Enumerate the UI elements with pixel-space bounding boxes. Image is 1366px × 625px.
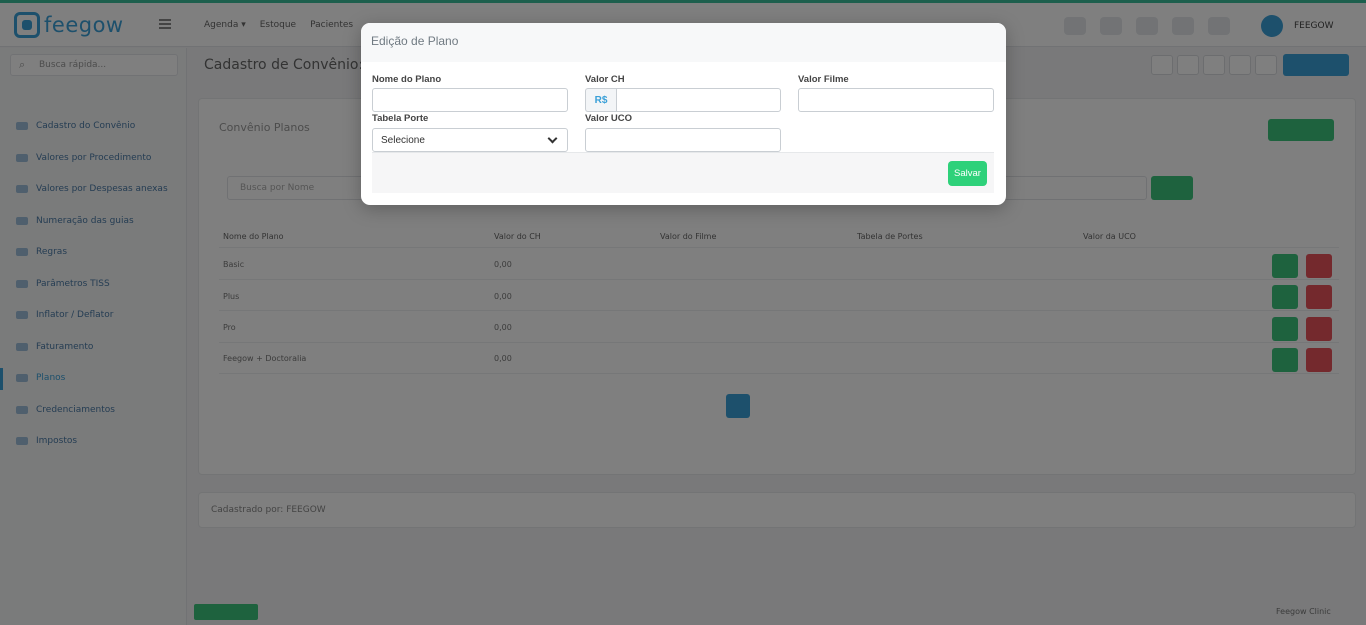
modal-title: Edição de Plano [371,34,459,48]
save-button[interactable]: Salvar [948,161,987,186]
tabela-porte-selected: Selecione [381,134,425,146]
valor-ch-group: R$ [585,88,781,112]
nome-plano-input[interactable] [372,88,568,112]
modal-header: Edição de Plano [361,23,1006,62]
edit-plan-modal: Edição de Plano Nome do Plano Valor CH R… [361,23,1006,205]
tabela-porte-label: Tabela Porte [372,113,429,124]
valor-uco-input[interactable] [585,128,781,152]
valor-filme-label: Valor Filme [798,74,849,85]
valor-filme-input[interactable] [798,88,994,112]
modal-footer: Salvar [372,152,994,193]
valor-ch-input[interactable] [616,88,781,112]
currency-prefix: R$ [585,88,616,112]
valor-ch-label: Valor CH [585,74,625,85]
chevron-down-icon [547,133,558,143]
nome-plano-label: Nome do Plano [372,74,442,85]
valor-uco-label: Valor UCO [585,113,632,124]
tabela-porte-select[interactable]: Selecione [372,128,568,152]
